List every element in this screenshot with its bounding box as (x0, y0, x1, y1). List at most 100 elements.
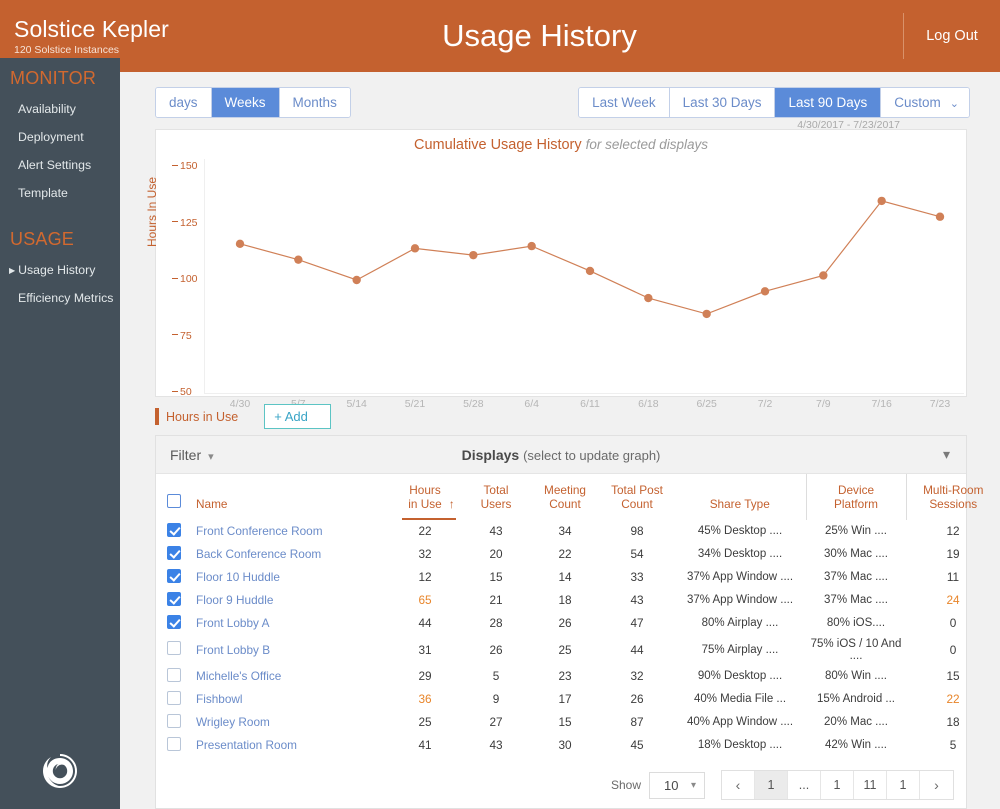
cell-name[interactable]: Front Conference Room (192, 520, 388, 543)
filter-button[interactable]: Filter ▾ (170, 447, 214, 463)
chart-data-point[interactable] (702, 309, 711, 319)
cell-name[interactable]: Front Lobby B (192, 635, 388, 665)
panel-collapse-chevron-icon[interactable]: ▾ (943, 446, 950, 463)
sidebar-item-efficiency-metrics[interactable]: Efficiency Metrics (0, 284, 120, 312)
row-select-cell (156, 520, 192, 543)
logout-button[interactable]: Log Out (926, 28, 978, 44)
sidebar-item-usage-history[interactable]: ▶ Usage History (0, 256, 120, 284)
caret-right-icon: ▶ (9, 266, 16, 275)
cell-name[interactable]: Wrigley Room (192, 711, 388, 734)
granularity-days[interactable]: days (156, 88, 212, 117)
table-row[interactable]: Fishbowl 36 9 17 26 40% Media File ... 15% And… (156, 688, 1000, 711)
cell-name[interactable]: Floor 10 Huddle (192, 566, 388, 589)
chart-data-point[interactable] (819, 271, 828, 280)
row-checkbox[interactable] (167, 545, 181, 560)
add-series-button[interactable]: + Add (264, 404, 331, 429)
cell-meeting-count: 30 (558, 738, 572, 753)
granularity-weeks[interactable]: Weeks (211, 88, 280, 117)
table-row[interactable]: Front Conference Room 22 43 34 98 45% Desktop… (156, 520, 1000, 543)
table-row[interactable]: Back Conference Room 32 20 22 54 34% Desktop … (156, 543, 1000, 566)
granularity-months[interactable]: Months (279, 88, 350, 117)
table-body: Front Conference Room 22 43 34 98 45% Desktop… (156, 520, 1000, 757)
row-checkbox[interactable] (167, 568, 181, 583)
pagination-next-button[interactable]: › (920, 771, 953, 799)
sidebar-heading-monitor: MONITOR (10, 68, 97, 88)
row-checkbox[interactable] (167, 641, 181, 656)
chart-data-point[interactable] (352, 275, 361, 285)
column-header-total-post-count[interactable]: Total Post Count (600, 474, 674, 520)
cell-total-users: 21 (489, 593, 503, 608)
table-row[interactable]: Floor 10 Huddle 12 15 14 33 37% App Window ..… (156, 566, 1000, 589)
chart-x-tick: 7/2 (757, 398, 773, 410)
cell-total-post-count: 44 (630, 642, 644, 657)
cell-meeting-count: 15 (558, 715, 572, 730)
chart-x-tick: 7/16 (871, 398, 892, 410)
chart-x-tick: 5/21 (404, 398, 426, 410)
column-header-device-platform[interactable]: Device Platform (805, 474, 906, 520)
sidebar-item-alert-settings[interactable]: Alert Settings (0, 151, 120, 179)
cell-total-users: 9 (492, 692, 500, 707)
cell-meeting-count: 23 (558, 669, 572, 684)
table-row[interactable]: Wrigley Room 25 27 15 87 40% App Window .... 2… (156, 711, 1000, 734)
chart-data-point[interactable] (527, 241, 536, 251)
pagination-prev-button[interactable]: ‹ (722, 771, 755, 799)
row-checkbox[interactable] (167, 713, 181, 728)
cell-name[interactable]: Floor 9 Huddle (192, 589, 388, 612)
range-last-30-days[interactable]: Last 30 Days (669, 88, 776, 117)
sidebar-item-deployment[interactable]: Deployment (0, 123, 120, 151)
column-header-total-users[interactable]: Total Users (462, 474, 530, 520)
chart-data-point[interactable] (469, 250, 478, 260)
pagination-page-11[interactable]: 11 (854, 771, 887, 799)
column-header-multi-room-sessions[interactable]: Multi-Room Sessions (905, 474, 1000, 520)
cell-total-users: 26 (489, 642, 503, 657)
row-checkbox[interactable] (167, 591, 181, 606)
pagination-page-1[interactable]: 1 (755, 771, 788, 799)
chart-data-point[interactable] (294, 255, 303, 264)
column-header-meeting-count[interactable]: Meeting Count (530, 474, 600, 520)
range-last-week[interactable]: Last Week (579, 88, 670, 117)
chart-data-point[interactable] (935, 212, 945, 221)
column-header-hours-in-use[interactable]: Hours in Use ↑ (388, 474, 462, 520)
sidebar-item-template[interactable]: Template (0, 179, 120, 207)
page-size-select[interactable]: 10 ▾ (649, 771, 705, 799)
range-last-90-days[interactable]: Last 90 Days (775, 88, 882, 117)
cell-name[interactable]: Presentation Room (192, 734, 388, 757)
column-header-share-type[interactable]: Share Type (674, 474, 806, 520)
granularity-button-group: days Weeks Months (155, 87, 351, 118)
main-content: days Weeks Months Last Week Last 30 Days… (120, 72, 1000, 809)
sidebar-item-availability[interactable]: Availability (0, 95, 120, 123)
pagination-page-...[interactable]: ... (788, 771, 821, 799)
chart-title: Cumulative Usage History for selected di… (156, 130, 966, 153)
cell-name[interactable]: Fishbowl (192, 688, 388, 711)
cell-name[interactable]: Back Conference Room (192, 543, 388, 566)
row-checkbox[interactable] (167, 736, 181, 751)
chart-data-point[interactable] (644, 293, 653, 303)
table-row[interactable]: Presentation Room 41 43 30 45 18% Desktop ...… (156, 734, 1000, 757)
row-checkbox[interactable] (167, 690, 181, 705)
chart-data-point[interactable] (877, 196, 886, 206)
chart-data-point[interactable] (585, 266, 595, 276)
cell-share-type: 18% Desktop .... (697, 739, 783, 752)
table-row[interactable]: Front Lobby B 31 26 25 44 75% Airplay .... 75%… (156, 635, 1000, 665)
cell-name[interactable]: Front Lobby A (192, 612, 388, 635)
pagination-page-1[interactable]: 1 (821, 771, 854, 799)
cell-total-users: 43 (489, 738, 503, 753)
table-row[interactable]: Front Lobby A 44 28 26 47 80% Airplay .... 80%… (156, 612, 1000, 635)
cell-device-platform: 75% iOS / 10 And .... (810, 637, 902, 662)
chart-data-point[interactable] (410, 244, 420, 253)
row-checkbox[interactable] (167, 614, 181, 629)
cell-total-post-count: 47 (630, 616, 644, 631)
cell-meeting-count: 26 (558, 616, 572, 631)
table-row[interactable]: Michelle's Office 29 5 23 32 90% Desktop ....… (156, 665, 1000, 688)
chart-x-tick: 5/14 (346, 398, 367, 410)
pagination-page-1[interactable]: 1 (887, 771, 920, 799)
table-row[interactable]: Floor 9 Huddle 65 21 18 43 37% App Window ...… (156, 589, 1000, 612)
cell-name[interactable]: Michelle's Office (192, 665, 388, 688)
row-checkbox[interactable] (167, 667, 181, 682)
column-header-name[interactable]: Name (192, 474, 388, 520)
chart-data-point[interactable] (235, 239, 245, 249)
range-custom[interactable]: Custom ⌄ (881, 88, 969, 117)
chart-data-point[interactable] (760, 287, 770, 296)
row-checkbox[interactable] (167, 522, 181, 537)
select-all-checkbox[interactable] (167, 493, 181, 508)
